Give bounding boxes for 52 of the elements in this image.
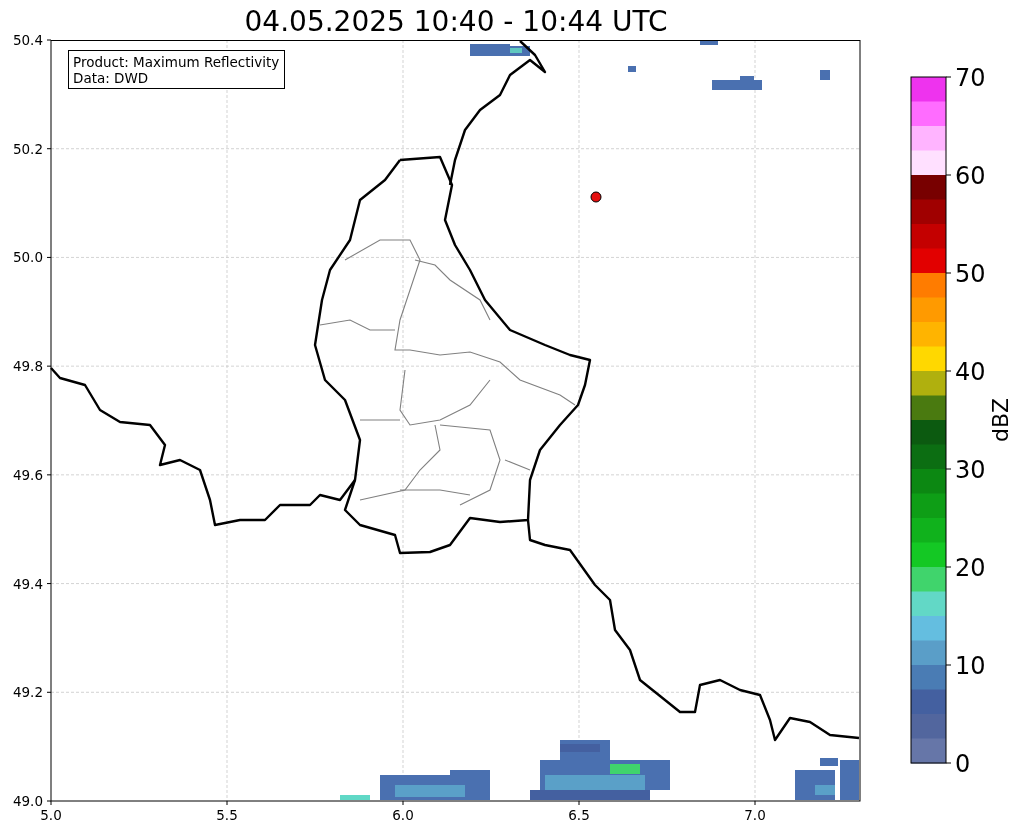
radar-echo <box>340 795 370 800</box>
tick-label: 6.0 <box>392 807 414 823</box>
tick-label: 10 <box>955 652 986 680</box>
tick-mark <box>46 256 52 258</box>
tick-label: 49.0 <box>12 793 43 809</box>
tick-label: 49.4 <box>12 575 43 592</box>
legend-text: Product: Maximum Reflectivity <box>73 54 280 70</box>
tick-label: 20 <box>955 554 986 582</box>
tick-label: 0 <box>955 750 971 778</box>
tick-mark <box>46 365 52 367</box>
tick-mark <box>945 174 952 176</box>
tick-mark <box>945 762 952 764</box>
tick-mark <box>945 566 952 568</box>
tick-label: 50.2 <box>12 140 43 157</box>
radar-echo <box>820 70 830 80</box>
tick-label: 6.5 <box>568 807 590 823</box>
tick-mark <box>402 800 404 806</box>
tick-mark <box>945 272 952 274</box>
tick-mark <box>46 583 52 585</box>
radar-echo <box>795 758 859 800</box>
tick-label: 50 <box>955 260 986 288</box>
tick-mark <box>578 800 580 806</box>
tick-mark <box>46 148 52 150</box>
tick-label: 30 <box>955 456 986 484</box>
location-marker <box>590 191 602 203</box>
tick-label: 70 <box>955 64 986 92</box>
tick-mark <box>945 664 952 666</box>
tick-mark <box>226 800 228 806</box>
tick-mark <box>945 468 952 470</box>
radar-echo <box>628 66 636 72</box>
tick-mark <box>46 691 52 693</box>
tick-label: 60 <box>955 162 986 190</box>
tick-mark <box>754 800 756 806</box>
tick-label: 5.0 <box>40 807 62 823</box>
chart-title: 04.05.2025 10:40 - 10:44 UTC <box>243 4 669 30</box>
radar-echo <box>470 44 530 56</box>
axis-label: dBZ <box>988 397 1013 443</box>
tick-label: 49.2 <box>12 684 43 701</box>
tick-label: 49.8 <box>12 358 43 375</box>
radar-echo <box>712 76 762 90</box>
tick-mark <box>945 76 952 78</box>
tick-mark <box>46 39 52 41</box>
tick-label: 5.5 <box>216 807 238 823</box>
radar-echo <box>700 41 718 45</box>
tick-label: 50.0 <box>12 249 43 266</box>
tick-mark <box>46 474 52 476</box>
tick-label: 49.6 <box>12 466 43 483</box>
tick-label: 40 <box>955 358 986 386</box>
tick-label: 7.0 <box>744 807 766 823</box>
tick-label: 50.4 <box>12 32 43 48</box>
tick-mark <box>945 370 952 372</box>
legend-text: Data: DWD <box>73 70 150 86</box>
